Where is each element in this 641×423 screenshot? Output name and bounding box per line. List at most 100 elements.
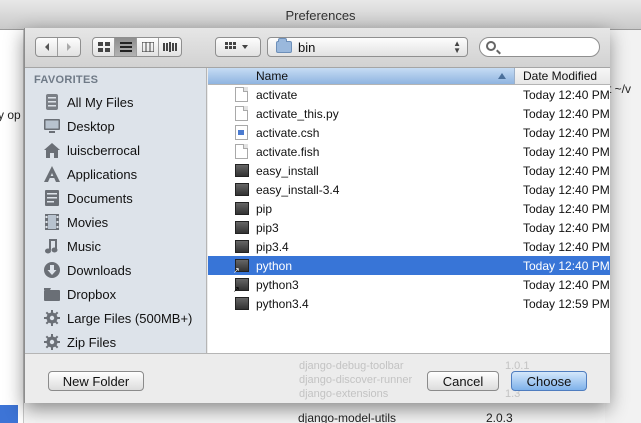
file-name: activate.fish	[256, 145, 320, 159]
file-date: Today 12:40 PM	[523, 259, 610, 273]
file-name: activate_this.py	[256, 107, 339, 121]
file-row[interactable]: activate_this.py Today 12:40 PM	[208, 104, 610, 123]
sidebar-item-documents[interactable]: Documents	[25, 186, 206, 210]
path-label: bin	[298, 39, 316, 55]
updown-arrows-icon: ▲ ▼	[453, 39, 461, 55]
downloads-icon	[43, 262, 61, 278]
chevron-right-icon	[67, 43, 71, 51]
file-row-selected[interactable]: ↗ python Today 12:40 PM	[208, 256, 610, 275]
preferences-titlebar: Preferences	[0, 0, 641, 30]
cancel-button[interactable]: Cancel	[427, 371, 499, 391]
date-modified-column-header[interactable]: Date Modified	[523, 69, 597, 83]
coverflow-view-icon	[163, 42, 177, 52]
file-date: Today 12:40 PM	[523, 221, 610, 235]
ghost-row-name: django-extensions	[299, 388, 389, 400]
gear-icon	[43, 334, 61, 350]
sidebar: FAVORITES All My Files Desktop luiscberr…	[25, 68, 207, 353]
music-icon	[43, 238, 61, 254]
sidebar-heading: FAVORITES	[34, 74, 99, 86]
sidebar-item-label: Applications	[67, 166, 138, 182]
file-name: python3.4	[256, 297, 309, 311]
open-dialog: bin ▲ ▼ FAVORITES All My Files Desktop lu…	[24, 28, 610, 403]
executable-icon	[235, 183, 249, 196]
sidebar-item-large-files[interactable]: Large Files (500MB+)	[25, 306, 206, 330]
sidebar-item-label: All My Files	[67, 94, 134, 110]
file-row[interactable]: activate Today 12:40 PM	[208, 85, 610, 104]
search-input[interactable]	[479, 37, 600, 57]
sidebar-item-downloads[interactable]: Downloads	[25, 258, 206, 282]
coverflow-view-button[interactable]	[159, 38, 181, 56]
file-date: Today 12:40 PM	[523, 126, 610, 140]
file-row[interactable]: activate.fish Today 12:40 PM	[208, 142, 610, 161]
folder-icon	[43, 286, 61, 302]
executable-icon	[235, 297, 249, 310]
search-icon	[486, 41, 496, 51]
file-name: easy_install-3.4	[256, 183, 340, 197]
sidebar-item-movies[interactable]: Movies	[25, 210, 206, 234]
file-row[interactable]: ↗ python3 Today 12:40 PM	[208, 275, 610, 294]
back-button[interactable]	[36, 38, 58, 56]
icon-view-icon	[97, 42, 110, 52]
home-icon	[43, 142, 61, 158]
background-package-name: django-model-utils	[298, 411, 397, 423]
executable-icon	[235, 240, 249, 253]
sidebar-item-all-my-files[interactable]: All My Files	[25, 90, 206, 114]
alias-arrow-icon: ↗	[233, 266, 240, 275]
window-title: Preferences	[285, 8, 356, 23]
sidebar-item-luiscberrocal[interactable]: luiscberrocal	[25, 138, 206, 162]
navigation-segment	[35, 37, 81, 57]
background-selected-cell	[0, 405, 18, 423]
sidebar-item-desktop[interactable]: Desktop	[25, 114, 206, 138]
sidebar-item-applications[interactable]: Applications	[25, 162, 206, 186]
desktop-icon	[43, 118, 61, 134]
all-files-icon	[43, 94, 61, 110]
file-row[interactable]: easy_install-3.4 Today 12:40 PM	[208, 180, 610, 199]
executable-icon	[235, 202, 249, 215]
arrange-cell	[216, 38, 260, 56]
name-column-header[interactable]: Name	[208, 68, 515, 84]
icon-view-button[interactable]	[93, 38, 115, 56]
file-name: pip3.4	[256, 240, 289, 254]
new-folder-button[interactable]: New Folder	[48, 371, 144, 391]
background-package-version: 2.0.3	[486, 411, 513, 423]
sidebar-item-label: luiscberrocal	[67, 142, 140, 158]
file-row[interactable]: easy_install Today 12:40 PM	[208, 161, 610, 180]
file-row[interactable]: pip3.4 Today 12:40 PM	[208, 237, 610, 256]
sidebar-item-music[interactable]: Music	[25, 234, 206, 258]
name-column-label: Name	[256, 69, 289, 83]
list-view-icon	[119, 42, 132, 52]
background-right-partial-text: t ~/v	[608, 82, 632, 96]
applications-icon	[43, 166, 61, 182]
alias-arrow-icon: ↗	[233, 285, 240, 294]
path-popup[interactable]: bin ▲ ▼	[267, 37, 468, 57]
file-date: Today 12:40 PM	[523, 164, 610, 178]
choose-button[interactable]: Choose	[511, 371, 587, 391]
background-left-partial-text: y op	[0, 108, 21, 122]
list-view-button[interactable]	[115, 38, 137, 56]
sidebar-item-label: Large Files (500MB+)	[67, 310, 193, 326]
sidebar-item-label: Documents	[67, 190, 133, 206]
column-view-icon	[141, 42, 154, 52]
executable-icon	[235, 221, 249, 234]
sidebar-item-label: Music	[67, 238, 101, 254]
file-date: Today 12:40 PM	[523, 88, 610, 102]
view-mode-segment	[92, 37, 182, 57]
sidebar-item-dropbox[interactable]: Dropbox	[25, 282, 206, 306]
script-file-icon	[235, 125, 248, 140]
file-name: pip3	[256, 221, 279, 235]
dialog-button-bar: django-debug-toolbar 1.0.1 django-discov…	[25, 353, 610, 403]
file-row[interactable]: activate.csh Today 12:40 PM	[208, 123, 610, 142]
forward-button[interactable]	[58, 38, 80, 56]
file-row[interactable]: pip Today 12:40 PM	[208, 199, 610, 218]
sidebar-item-zip-files[interactable]: Zip Files	[25, 330, 206, 353]
folder-icon	[276, 38, 292, 53]
sidebar-item-label: Movies	[67, 214, 109, 230]
file-row[interactable]: pip3 Today 12:40 PM	[208, 218, 610, 237]
column-view-button[interactable]	[137, 38, 159, 56]
arrange-menu-button[interactable]	[215, 37, 261, 57]
sidebar-item-label: Downloads	[67, 262, 132, 278]
file-row[interactable]: python3.4 Today 12:59 PM	[208, 294, 610, 313]
file-list: Name Date Modified activate Today 12:40 …	[208, 68, 610, 353]
chevron-left-icon	[44, 43, 49, 51]
file-date: Today 12:40 PM	[523, 107, 610, 121]
